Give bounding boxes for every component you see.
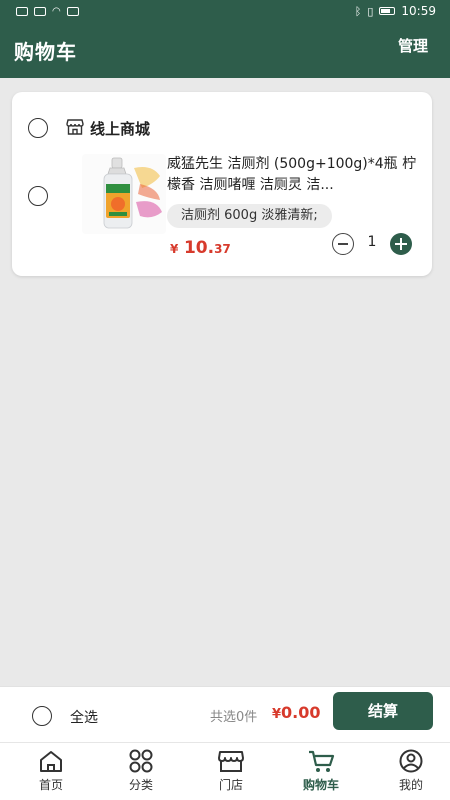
- product-image[interactable]: [82, 154, 166, 234]
- cart-icon: [309, 750, 335, 772]
- status-left: ◠: [16, 6, 79, 17]
- home-icon: [40, 751, 62, 772]
- price-decimal: 37: [214, 242, 231, 256]
- user-icon: [399, 749, 423, 773]
- notification-icon: [34, 6, 46, 16]
- product-spec-chip[interactable]: 洁厕剂 600g 淡雅清新;: [167, 204, 332, 228]
- battery-icon: [379, 7, 396, 15]
- notification-icon: [16, 6, 28, 16]
- tab-home-label: 首页: [38, 778, 63, 792]
- tab-profile[interactable]: 我的: [376, 749, 446, 800]
- total-amount: 0.00: [281, 703, 321, 722]
- product-title[interactable]: 威猛先生 洁厕剂 (500g+100g)*4瓶 柠檬香 洁厕啫喱 洁厕灵 洁..…: [167, 154, 417, 196]
- tab-category-label: 分类: [128, 778, 153, 792]
- selected-count: 共选0件: [210, 710, 258, 725]
- total-price: ¥0.00: [272, 703, 321, 722]
- tab-store[interactable]: 门店: [196, 749, 266, 800]
- status-right: ᛒ ▯ 10:59: [355, 4, 436, 18]
- store-icon: [218, 751, 244, 772]
- wifi-icon: ◠: [52, 5, 61, 17]
- tab-profile-label: 我的: [398, 778, 423, 792]
- page-title: 购物车: [14, 39, 77, 64]
- store-icon: [66, 119, 84, 135]
- tab-cart[interactable]: 购物车: [286, 749, 356, 800]
- tab-category[interactable]: 分类: [106, 749, 176, 800]
- app-header: 购物车 管理: [0, 22, 450, 78]
- product-price: ¥ 10.37: [170, 238, 231, 258]
- tab-cart-label: 购物车: [302, 778, 339, 792]
- checkout-button[interactable]: 结算: [333, 692, 433, 730]
- increase-quantity-button[interactable]: [390, 233, 412, 255]
- cart-store-card: 线上商城 威猛先生 洁厕剂 (500g+100g)*4瓶 柠檬香 洁厕啫喱 洁厕…: [12, 92, 432, 276]
- decrease-quantity-button[interactable]: [332, 233, 354, 255]
- select-all-radio[interactable]: [32, 706, 52, 726]
- store-name: 线上商城: [90, 120, 151, 138]
- product-bottle-image: [82, 154, 166, 234]
- status-bar: ◠ ᛒ ▯ 10:59: [0, 0, 450, 22]
- store-row: 线上商城: [28, 116, 408, 140]
- bluetooth-icon: ᛒ: [354, 4, 362, 18]
- grid-icon: [129, 749, 153, 773]
- total-currency: ¥: [272, 707, 282, 722]
- checkout-bar: 全选 共选0件 ¥0.00 结算: [0, 686, 450, 742]
- vibrate-icon: ▯: [367, 4, 374, 18]
- select-all-label[interactable]: 全选: [70, 707, 98, 727]
- tab-store-label: 门店: [218, 778, 243, 792]
- tab-home[interactable]: 首页: [16, 749, 86, 800]
- item-select-radio[interactable]: [28, 186, 48, 206]
- price-currency: ¥: [170, 242, 179, 256]
- quantity-stepper: 1: [332, 233, 414, 255]
- status-time: 10:59: [401, 4, 436, 18]
- manage-button[interactable]: 管理: [398, 35, 428, 56]
- notification-icon: [66, 6, 79, 16]
- quantity-value: 1: [367, 234, 377, 250]
- price-integer: 10.: [183, 238, 215, 258]
- store-select-radio[interactable]: [28, 118, 48, 138]
- bottom-tab-bar: 首页 分类 门店 购物车 我的: [0, 742, 450, 800]
